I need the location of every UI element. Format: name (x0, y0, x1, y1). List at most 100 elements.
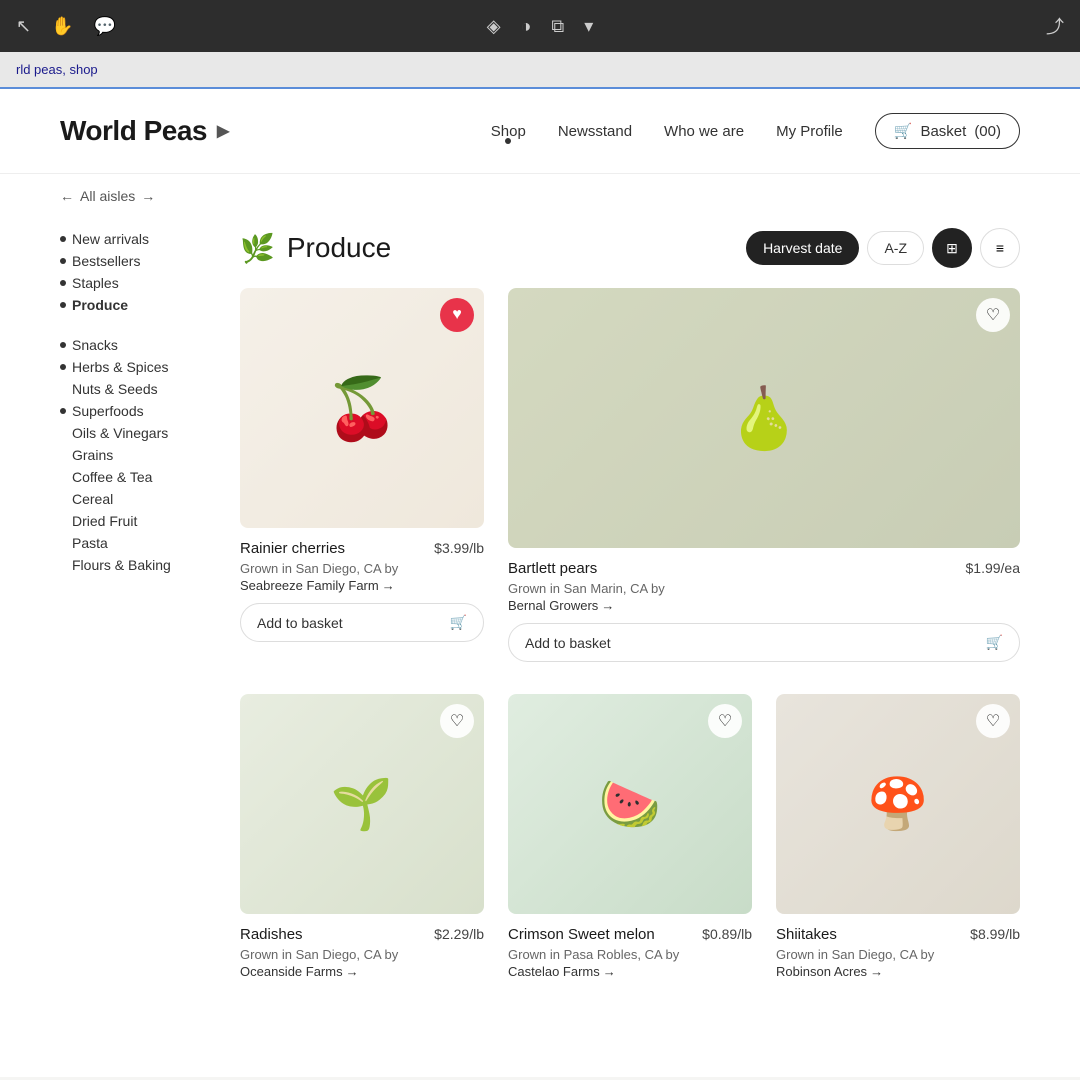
logo[interactable]: World Peas ▶ (60, 115, 229, 147)
product-info-melon: Crimson Sweet melon $0.89/lb Grown in Pa… (508, 914, 752, 997)
breadcrumb-text[interactable]: All aisles (80, 188, 135, 204)
product-price-cherries: $3.99/lb (434, 540, 484, 556)
nav-who-we-are[interactable]: Who we are (664, 123, 744, 140)
sidebar-label: Pasta (72, 535, 108, 551)
product-name-shiitakes: Shiitakes (776, 926, 837, 943)
product-name-row-pears: Bartlett pears $1.99/ea (508, 560, 1020, 577)
add-basket-cherries-button[interactable]: Add to basket 🛒 (240, 603, 484, 642)
nav-profile[interactable]: My Profile (776, 123, 843, 140)
basket-button[interactable]: 🛒 Basket (00) (875, 113, 1020, 149)
product-price-radishes: $2.29/lb (434, 926, 484, 942)
add-basket-pears-button[interactable]: Add to basket 🛒 (508, 623, 1020, 662)
contrast-icon[interactable]: ◑ (521, 16, 532, 37)
product-price-pears: $1.99/ea (966, 560, 1021, 576)
sidebar-item-coffee-tea[interactable]: Coffee & Tea (72, 466, 200, 488)
product-name-pears: Bartlett pears (508, 560, 597, 577)
main-nav: Shop Newsstand Who we are My Profile 🛒 B… (491, 113, 1020, 149)
sidebar-item-herbs-spices[interactable]: Herbs & Spices (60, 356, 200, 378)
product-image-melon: 🍉 ♡ (508, 694, 752, 914)
product-farm-link-cherries[interactable]: Seabreeze Family Farm → (240, 578, 484, 593)
sidebar-item-pasta[interactable]: Pasta (72, 532, 200, 554)
sidebar-label: Dried Fruit (72, 513, 137, 529)
sidebar-item-produce[interactable]: Produce (60, 294, 200, 316)
basket-label: Basket (920, 123, 966, 140)
sidebar-label: Oils & Vinegars (72, 425, 168, 441)
wishlist-shiitakes-button[interactable]: ♡ (976, 704, 1010, 738)
product-card-rainier-cherries: 🍒 ♥ Rainier cherries $3.99/lb Grown in S… (240, 288, 484, 670)
product-grown-melon: Grown in Pasa Robles, CA by (508, 947, 752, 962)
wishlist-melon-button[interactable]: ♡ (708, 704, 742, 738)
product-card-bartlett-pears: 🍐 ♡ Bartlett pears $1.99/ea Grown in San… (508, 288, 1020, 670)
product-image-radishes: 🌱 ♡ (240, 694, 484, 914)
view-grid-button[interactable]: ⊞ (932, 228, 972, 268)
logo-arrow-icon: ▶ (217, 121, 229, 141)
diamond-icon[interactable]: ◈ (487, 16, 501, 37)
sidebar-item-grains[interactable]: Grains (72, 444, 200, 466)
product-card-melon: 🍉 ♡ Crimson Sweet melon $0.89/lb Grown i… (508, 694, 752, 997)
main-content: World Peas ▶ Shop Newsstand Who we are M… (0, 89, 1080, 1077)
sidebar-label: Herbs & Spices (72, 359, 168, 375)
product-farm-link-radishes[interactable]: Oceanside Farms → (240, 964, 484, 979)
sidebar-item-new-arrivals[interactable]: New arrivals (60, 228, 200, 250)
product-info-pears: Bartlett pears $1.99/ea Grown in San Mar… (508, 548, 1020, 670)
sidebar-label: Staples (72, 275, 119, 291)
sort-harvest-date[interactable]: Harvest date (746, 231, 859, 265)
wishlist-cherries-button[interactable]: ♥ (440, 298, 474, 332)
forward-arrow-icon[interactable]: → (141, 188, 155, 204)
sidebar-group-2: Snacks Herbs & Spices Nuts & Seeds Super… (60, 334, 200, 576)
sidebar-item-oils-vinegars[interactable]: Oils & Vinegars (72, 422, 200, 444)
arrow-icon: → (382, 578, 395, 593)
sidebar-item-superfoods[interactable]: Superfoods (60, 400, 200, 422)
hand-icon[interactable]: ✋ (51, 16, 73, 37)
sidebar-item-staples[interactable]: Staples (60, 272, 200, 294)
dropdown-icon[interactable]: ▾ (584, 16, 593, 37)
product-area: 🌿 Produce Harvest date A-Z ⊞ ≡ (240, 228, 1020, 997)
bullet-icon (60, 258, 66, 264)
product-name-row-radishes: Radishes $2.29/lb (240, 926, 484, 943)
product-name-cherries: Rainier cherries (240, 540, 345, 557)
product-name-row-shiitakes: Shiitakes $8.99/lb (776, 926, 1020, 943)
nav-shop[interactable]: Shop (491, 123, 526, 140)
arrow-icon: → (870, 964, 883, 979)
bullet-icon (60, 408, 66, 414)
product-name-melon: Crimson Sweet melon (508, 926, 655, 943)
wishlist-pears-button[interactable]: ♡ (976, 298, 1010, 332)
sort-controls: Harvest date A-Z ⊞ ≡ (746, 228, 1020, 268)
product-image-shiitakes: 🍄 ♡ (776, 694, 1020, 914)
bullet-icon (60, 342, 66, 348)
sidebar-item-flours-baking[interactable]: Flours & Baking (72, 554, 200, 576)
arrow-icon: → (601, 598, 614, 613)
sidebar-item-bestsellers[interactable]: Bestsellers (60, 250, 200, 272)
product-info-radishes: Radishes $2.29/lb Grown in San Diego, CA… (240, 914, 484, 997)
url-bar[interactable]: rld peas, shop (0, 52, 1080, 89)
product-farm-link-shiitakes[interactable]: Robinson Acres → (776, 964, 1020, 979)
sidebar-item-cereal[interactable]: Cereal (72, 488, 200, 510)
bullet-icon (60, 302, 66, 308)
product-price-shiitakes: $8.99/lb (970, 926, 1020, 942)
basket-small-icon: 🛒 (986, 634, 1003, 651)
wishlist-radishes-button[interactable]: ♡ (440, 704, 474, 738)
sidebar-item-nuts-seeds[interactable]: Nuts & Seeds (72, 378, 200, 400)
sort-a-z[interactable]: A-Z (867, 231, 924, 265)
product-farm-link-melon[interactable]: Castelao Farms → (508, 964, 752, 979)
back-arrow-icon[interactable]: ← (60, 188, 74, 204)
comment-icon[interactable]: 💬 (94, 16, 116, 37)
layers-icon[interactable]: ⧉ (551, 16, 564, 37)
basket-icon: 🛒 (894, 122, 913, 140)
sidebar-label: Nuts & Seeds (72, 381, 158, 397)
sidebar-item-dried-fruit[interactable]: Dried Fruit (72, 510, 200, 532)
product-price-melon: $0.89/lb (702, 926, 752, 942)
product-image-cherries: 🍒 ♥ (240, 288, 484, 528)
view-list-button[interactable]: ≡ (980, 228, 1020, 268)
product-farm-link-pears[interactable]: Bernal Growers → (508, 598, 1020, 613)
site-header: World Peas ▶ Shop Newsstand Who we are M… (0, 89, 1080, 174)
section-title-text: Produce (287, 232, 391, 264)
product-grown-cherries: Grown in San Diego, CA by (240, 561, 484, 576)
bullet-icon (60, 280, 66, 286)
cursor-icon[interactable]: ↖ (16, 16, 31, 37)
nav-newsstand[interactable]: Newsstand (558, 123, 632, 140)
product-image-pears: 🍐 ♡ (508, 288, 1020, 548)
shop-layout: New arrivals Bestsellers Staples Produce (0, 228, 1080, 997)
sidebar-item-snacks[interactable]: Snacks (60, 334, 200, 356)
share-icon[interactable]: ⤴ (1046, 13, 1064, 39)
